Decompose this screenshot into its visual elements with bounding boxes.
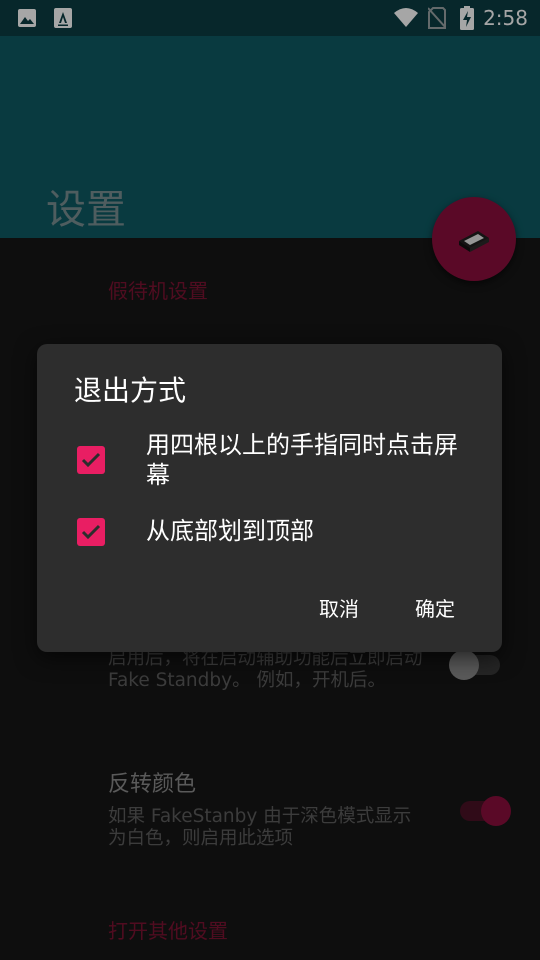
dialog-option-swipe-up[interactable]: 从底部划到顶部 (37, 514, 502, 554)
confirm-button[interactable]: 确定 (407, 594, 463, 624)
dialog-title: 退出方式 (74, 374, 187, 407)
dialog-option-four-finger-tap[interactable]: 用四根以上的手指同时点击屏幕 (37, 430, 502, 490)
dialog-option-label: 从底部划到顶部 (146, 517, 314, 545)
checkbox-checked-icon[interactable] (77, 446, 105, 474)
dialog-option-label: 用四根以上的手指同时点击屏幕 (146, 431, 458, 489)
cancel-button[interactable]: 取消 (311, 594, 367, 624)
exit-method-dialog: 退出方式 用四根以上的手指同时点击屏幕 从底部划到顶部 取消 确定 (37, 344, 502, 652)
checkbox-checked-icon[interactable] (77, 518, 105, 546)
